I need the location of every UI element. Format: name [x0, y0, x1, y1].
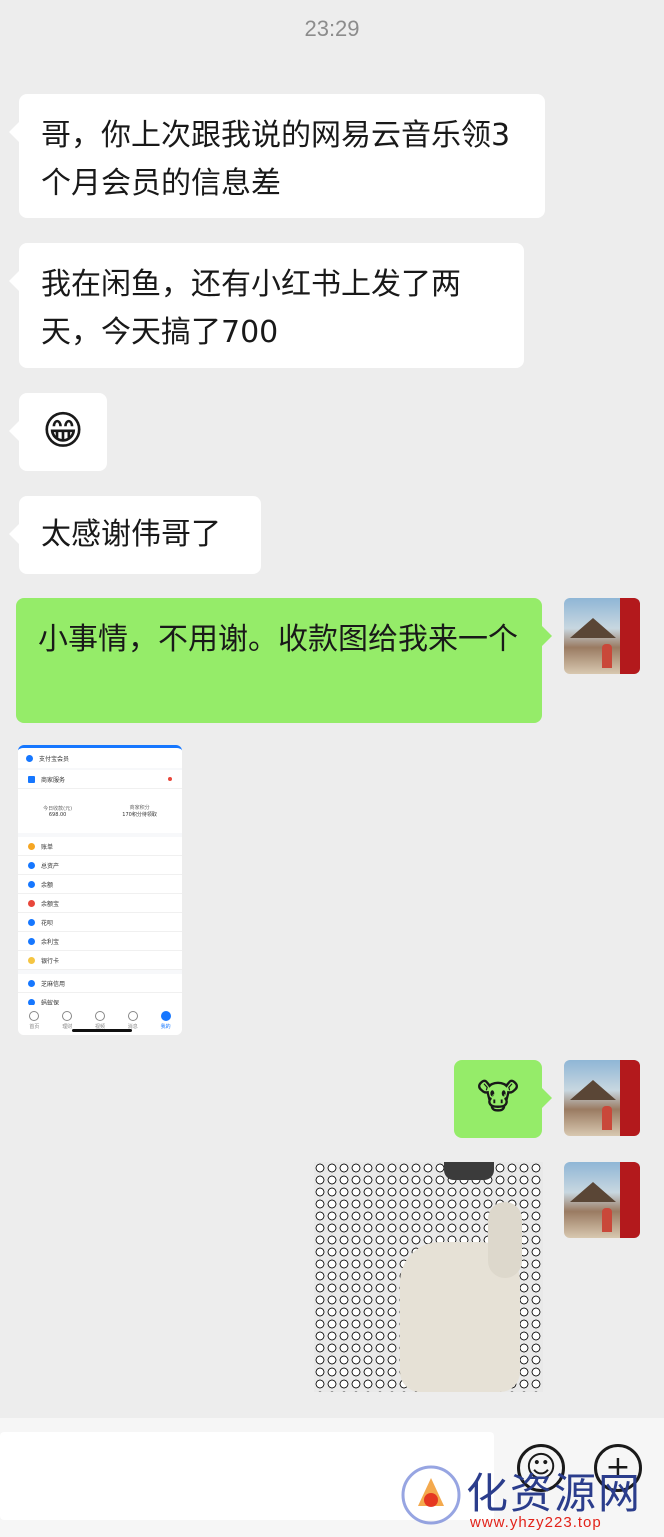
screenshot-tab: 消息	[127, 1010, 138, 1030]
watermark-url: www.yhzy223.top	[470, 1514, 602, 1531]
stat-right-value: 170积分待领取	[122, 812, 157, 818]
message-text: 太感谢伟哥了	[41, 517, 221, 552]
cow-emoji-icon: 🐮	[476, 1077, 520, 1118]
tab-label: 我的	[160, 1023, 171, 1030]
stat-left-value: 698.00	[48, 811, 67, 818]
menu-item-icon	[28, 899, 35, 907]
menu-item-label: 总资产	[41, 862, 60, 870]
my-avatar[interactable]	[564, 598, 640, 674]
screenshot-menu-list: 账单 总资产 余额 余额宝 花呗 余利宝 银行卡 芝麻信用 蚂蚁保	[18, 837, 182, 1012]
merchant-label: 商家服务	[41, 776, 66, 784]
screenshot-menu-item: 余额	[18, 875, 182, 894]
message-text: 小事情，不用谢。收款图给我来一个	[38, 622, 518, 657]
tab-label: 理财	[62, 1023, 73, 1030]
message-bubble-incoming[interactable]: 哥，你上次跟我说的网易云音乐领3个月会员的信息差	[9, 94, 545, 218]
message-text: 我在闲鱼，还有小红书上发了两天，今天搞了700	[41, 267, 461, 350]
menu-item-label: 余额	[41, 881, 54, 889]
my-avatar[interactable]	[564, 1162, 640, 1238]
stat-right-label: 商家积分	[129, 805, 150, 811]
tab-icon	[160, 1010, 171, 1021]
menu-item-icon	[28, 937, 35, 945]
tab-icon	[127, 1010, 138, 1021]
menu-item-icon	[28, 880, 35, 888]
menu-item-label: 银行卡	[41, 957, 60, 965]
menu-item-icon	[28, 979, 35, 987]
emoji-bubble-outgoing[interactable]: 🐮	[454, 1060, 552, 1138]
screenshot-title: 支付宝会员	[39, 755, 70, 763]
message-bubble-incoming[interactable]: 太感谢伟哥了	[9, 496, 261, 574]
menu-item-icon	[28, 861, 35, 869]
screenshot-menu-item: 总资产	[18, 856, 182, 875]
menu-item-label: 余利宝	[41, 938, 60, 946]
screenshot-tab: 理财	[62, 1010, 73, 1030]
screenshot-menu-item: 花呗	[18, 913, 182, 932]
my-avatar[interactable]	[564, 1060, 640, 1136]
screenshot-menu-item: 芝麻信用	[18, 974, 182, 993]
stat-left-label: 今日收款(元)	[43, 805, 73, 812]
grin-emoji-icon: 😁	[42, 408, 84, 454]
sent-photo[interactable]	[314, 1162, 543, 1392]
menu-item-icon	[28, 956, 35, 964]
screenshot-menu-item: 银行卡	[18, 951, 182, 970]
screenshot-tab: 视频	[94, 1010, 105, 1030]
tab-label: 首页	[29, 1023, 40, 1030]
menu-item-label: 账单	[41, 843, 54, 851]
message-bubble-incoming[interactable]: 我在闲鱼，还有小红书上发了两天，今天搞了700	[9, 243, 524, 368]
tab-icon	[94, 1010, 105, 1021]
message-bubble-outgoing[interactable]: 小事情，不用谢。收款图给我来一个	[16, 598, 552, 723]
menu-item-label: 芝麻信用	[41, 980, 66, 988]
status-time: 23:29	[304, 16, 360, 41]
tab-icon	[62, 1010, 73, 1021]
menu-item-icon	[28, 918, 35, 926]
message-text: 哥，你上次跟我说的网易云音乐领3个月会员的信息差	[41, 118, 511, 201]
tab-icon	[29, 1010, 40, 1021]
menu-item-label: 余额宝	[41, 900, 60, 908]
menu-item-icon	[28, 842, 35, 850]
screenshot-menu-item: 余利宝	[18, 932, 182, 951]
watermark-text: 化资源网	[466, 1469, 643, 1518]
emoji-bubble-incoming[interactable]: 😁	[9, 393, 107, 471]
screenshot-menu-item: 余额宝	[18, 894, 182, 913]
screenshot-tab: 我的	[160, 1010, 171, 1030]
watermark-logo-icon	[401, 1465, 461, 1525]
stats-panel: 今日收款(元) 698.00 商家积分 170积分待领取	[18, 789, 182, 833]
screenshot-tab: 首页	[29, 1010, 40, 1030]
screenshot-menu-item: 账单	[18, 837, 182, 856]
shared-screenshot-image[interactable]: 支付宝会员 商家服务 今日收款(元) 698.00 商家积分 170积分待领取 …	[18, 745, 182, 1035]
menu-item-label: 花呗	[41, 919, 54, 927]
